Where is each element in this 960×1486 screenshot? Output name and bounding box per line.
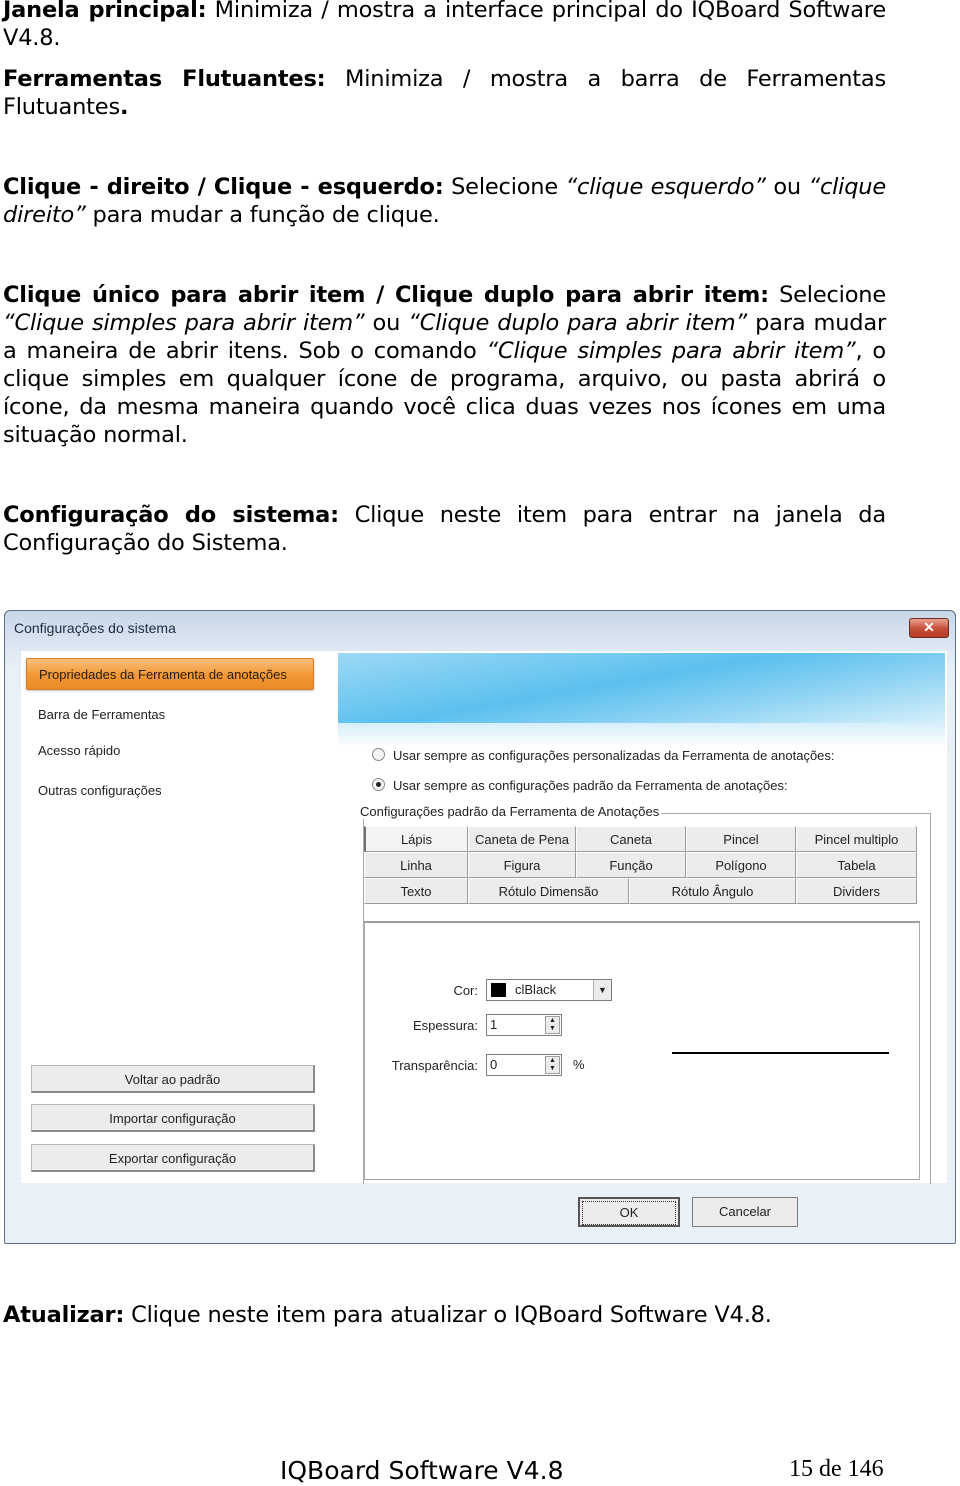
radio-checked-icon [372,778,385,791]
description-text: ou [765,174,809,200]
percent-unit: % [573,1057,585,1072]
quoted-option: “Clique duplo para abrir item” [408,310,747,336]
tab-pincel[interactable]: Pincel [686,826,796,852]
sidebar-item-annotation-tool-properties[interactable]: Propriedades da Ferramenta de anotações [26,658,314,690]
transparency-label: Transparência: [391,1058,478,1073]
paragraph-configuracao-sistema: Configuração do sistema: Clique neste it… [3,501,886,557]
term-label: Configuração do sistema: [3,502,339,528]
color-select[interactable]: clBlack ▼ [486,979,612,1001]
line-preview [672,1052,889,1054]
paragraph-clique-unico-duplo: Clique único para abrir item / Clique du… [3,281,886,449]
description-text: . [119,94,129,120]
color-value: clBlack [515,982,557,997]
tab-row: Texto Rótulo Dimensão Rótulo Ângulo Divi… [364,878,917,904]
paragraph-janela-principal: Janela principal: Minimiza / mostra a in… [3,0,886,52]
quoted-option: “Clique simples para abrir item” [486,338,856,364]
tool-settings-panel [364,921,920,1180]
radio-default-settings[interactable]: Usar sempre as configurações padrão da F… [372,778,788,793]
banner-fade [338,723,945,747]
tab-row: Linha Figura Função Polígono Tabela [364,852,917,878]
spin-arrows-icon[interactable]: ▲ ▼ [545,1056,560,1074]
description-text: Selecione [443,174,566,200]
radio-custom-settings[interactable]: Usar sempre as configurações personaliza… [372,748,835,763]
quoted-option: “clique esquerdo” [565,174,766,200]
term-label: Clique único para abrir item / Clique du… [3,282,769,308]
paragraph-clique-direito-esquerdo: Clique - direito / Clique - esquerdo: Se… [3,173,886,229]
dialog-client: Propriedades da Ferramenta de anotações … [21,651,947,1184]
thickness-stepper[interactable]: 1 ▲ ▼ [486,1014,562,1036]
import-settings-button[interactable]: Importar configuração [31,1104,315,1132]
tab-lapis[interactable]: Lápis [364,826,468,852]
tab-rotulo-dimensao[interactable]: Rótulo Dimensão [468,878,629,904]
group-label: Configurações padrão da Ferramenta de An… [360,804,662,819]
tab-caneta[interactable]: Caneta [576,826,686,852]
description-text: para mudar a função de clique. [85,202,440,228]
tab-figura[interactable]: Figura [468,852,576,878]
term-label: Janela principal: [3,0,207,23]
spin-arrows-icon[interactable]: ▲ ▼ [545,1016,560,1034]
thickness-value: 1 [490,1017,498,1032]
radio-unchecked-icon [372,748,385,761]
quoted-option: “Clique simples para abrir item” [3,310,365,336]
settings-sidebar: Propriedades da Ferramenta de anotações … [21,651,331,1183]
export-settings-button[interactable]: Exportar configuração [31,1144,315,1172]
system-settings-dialog: Configurações do sistema ✕ Propriedades … [4,610,956,1244]
transparency-value: 0 [490,1057,498,1072]
settings-main-panel: Usar sempre as configurações personaliza… [336,651,947,1184]
tab-poligono[interactable]: Polígono [686,852,796,878]
ok-button[interactable]: OK [578,1197,680,1227]
page-number: 15 de 146 [789,1456,884,1482]
paragraph-ferramentas-flutuantes: Ferramentas Flutuantes: Minimiza / mostr… [3,65,886,121]
description-text: ou [364,310,409,336]
footer-title: IQBoard Software V4.8 [280,1456,564,1485]
paragraph-atualizar: Atualizar: Clique neste item para atuali… [3,1301,886,1329]
color-label: Cor: [453,983,478,998]
dialog-title: Configurações do sistema [14,620,176,636]
tab-linha[interactable]: Linha [364,852,468,878]
chevron-down-icon[interactable]: ▼ [593,980,611,1000]
tab-pincel-multiplo[interactable]: Pincel multiplo [796,826,917,852]
header-banner [338,653,945,723]
thickness-label: Espessura: [412,1018,478,1033]
tab-funcao[interactable]: Função [576,852,686,878]
description-text: Clique neste item para atualizar o IQBoa… [124,1302,772,1328]
tab-row: Lápis Caneta de Pena Caneta Pincel Pince… [364,826,917,852]
description-text: Selecione [768,282,886,308]
tab-tabela[interactable]: Tabela [796,852,917,878]
tab-texto[interactable]: Texto [364,878,468,904]
sidebar-item-quick-access[interactable]: Acesso rápido [35,736,325,766]
sidebar-item-toolbar[interactable]: Barra de Ferramentas [35,700,325,730]
term-label: Clique - direito / Clique - esquerdo: [3,174,444,200]
radio-label: Usar sempre as configurações personaliza… [393,748,835,763]
transparency-stepper[interactable]: 0 ▲ ▼ [486,1054,562,1076]
restore-defaults-button[interactable]: Voltar ao padrão [31,1065,315,1093]
sidebar-item-other-settings[interactable]: Outras configurações [35,776,325,806]
close-icon: ✕ [923,619,935,635]
ok-label: OK [582,1201,676,1225]
term-label: Atualizar: [3,1302,125,1328]
radio-label: Usar sempre as configurações padrão da F… [393,778,788,793]
close-button[interactable]: ✕ [909,618,949,638]
cancel-button[interactable]: Cancelar [692,1197,798,1227]
tab-rotulo-angulo[interactable]: Rótulo Ângulo [629,878,796,904]
color-swatch [491,983,506,997]
tab-caneta-de-pena[interactable]: Caneta de Pena [468,826,576,852]
term-label: Ferramentas Flutuantes: [3,66,326,92]
tab-dividers[interactable]: Dividers [796,878,917,904]
